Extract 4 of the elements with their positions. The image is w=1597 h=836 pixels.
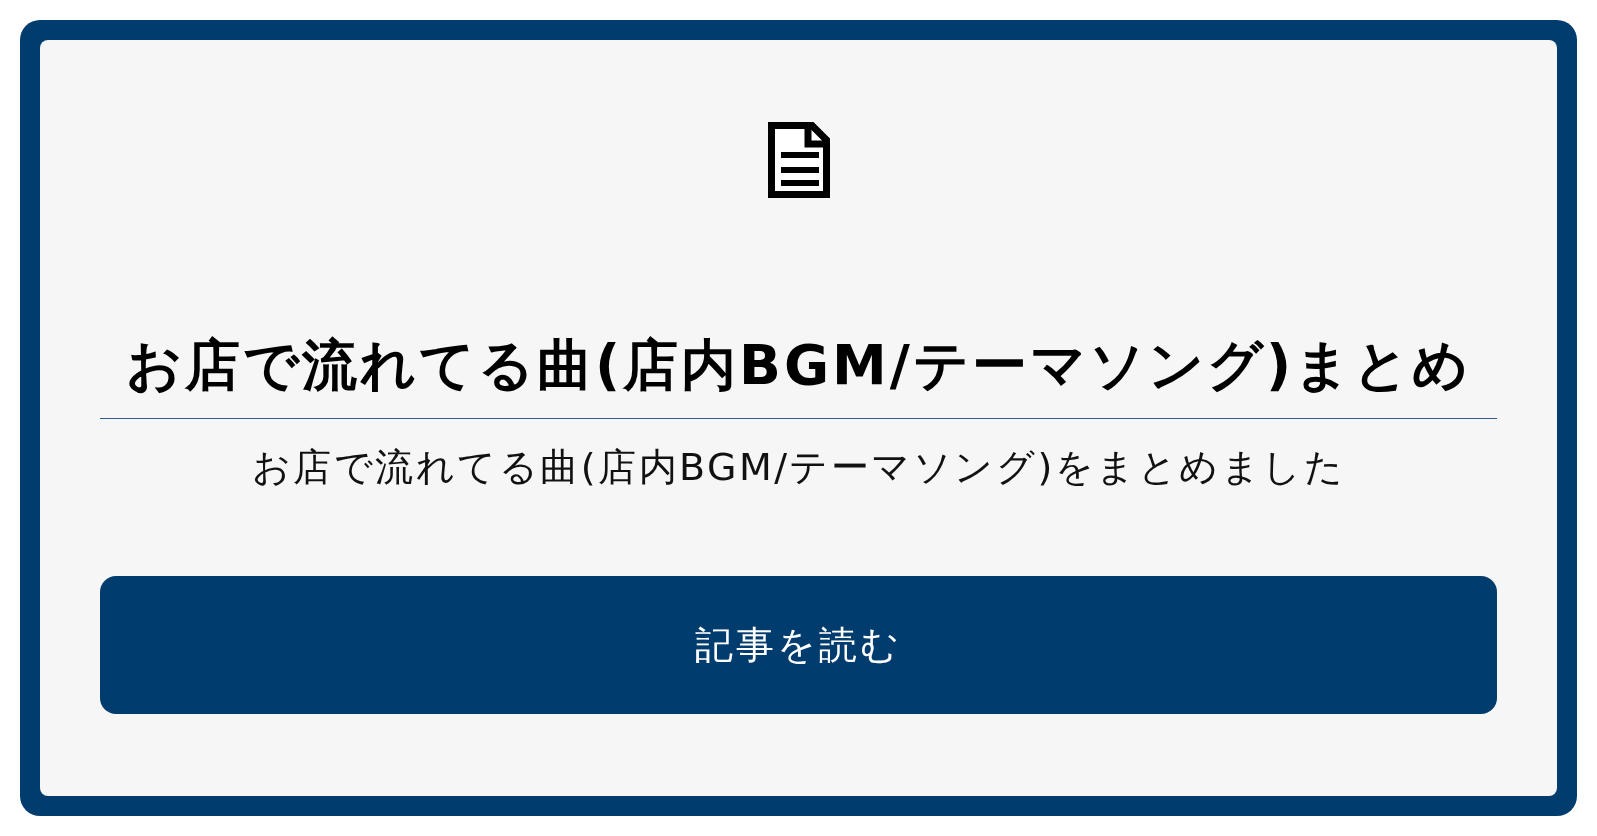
document-icon bbox=[767, 122, 830, 198]
read-article-button[interactable]: 記事を読む bbox=[100, 576, 1497, 715]
card-title: お店で流れてる曲(店内BGM/テーマソング)まとめ bbox=[125, 332, 1472, 398]
card-description: お店で流れてる曲(店内BGM/テーマソング)をまとめました bbox=[251, 444, 1346, 491]
